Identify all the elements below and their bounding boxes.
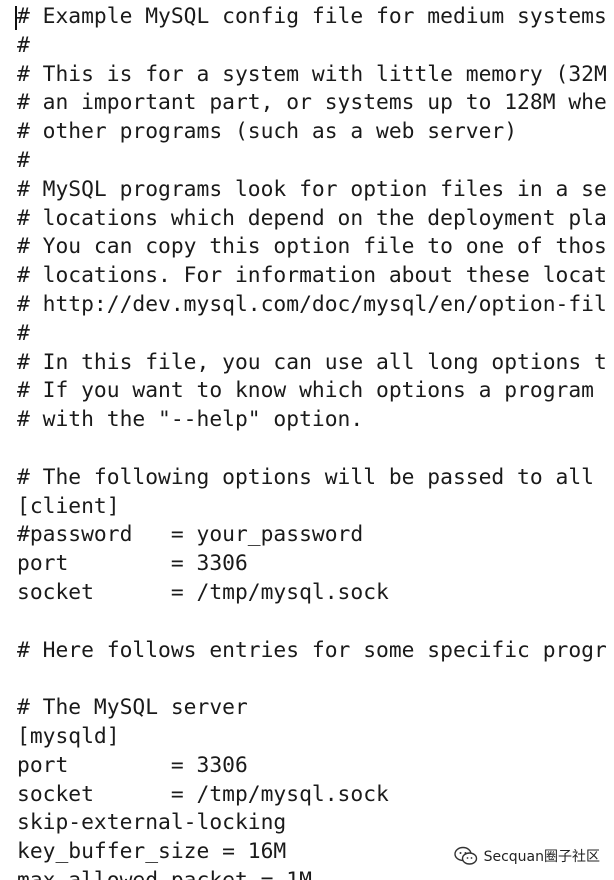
code-line: socket = /tmp/mysql.sock (17, 781, 389, 807)
code-line: # with the "--help" option. (17, 407, 364, 433)
watermark: Secquan圈子社区 (453, 846, 600, 866)
code-area[interactable]: # Example MySQL config file for medium s… (17, 3, 607, 880)
code-line: max_allowed_packet = 1M (17, 867, 607, 880)
code-line: # locations. For information about these… (17, 263, 607, 289)
code-line: [client] (17, 493, 120, 519)
watermark-text: Secquan圈子社区 (483, 849, 600, 865)
code-line: # The following options will be passed t… (17, 464, 594, 490)
code-line: port = 3306 (17, 752, 248, 778)
code-line: [mysqld] (17, 723, 120, 749)
code-line: # Example MySQL config file for medium s… (17, 4, 607, 29)
code-line: port = 3306 (17, 551, 248, 577)
code-line: # (17, 147, 30, 173)
wechat-icon (453, 846, 478, 866)
code-line: # You can copy this option file to one o… (17, 234, 607, 260)
text-editor[interactable]: # Example MySQL config file for medium s… (0, 0, 614, 880)
code-line: # other programs (such as a web server) (17, 119, 518, 145)
code-line: # This is for a system with little memor… (17, 61, 607, 87)
code-line: # (17, 32, 30, 58)
code-line: # locations which depend on the deployme… (17, 205, 607, 231)
code-line: # (17, 320, 30, 346)
code-line: # Here follows entries for some specific… (17, 637, 607, 663)
code-line: # http://dev.mysql.com/doc/mysql/en/opti… (17, 291, 607, 317)
code-line: # In this file, you can use all long opt… (17, 349, 607, 375)
code-line: # The MySQL server (17, 695, 248, 721)
code-line: # an important part, or systems up to 12… (17, 90, 607, 116)
code-line: # MySQL programs look for option files i… (17, 176, 607, 202)
code-line: socket = /tmp/mysql.sock (17, 579, 389, 605)
code-line: #password = your_password (17, 522, 364, 548)
code-line: # If you want to know which options a pr… (17, 378, 594, 404)
code-line: skip-external-locking (17, 810, 287, 836)
